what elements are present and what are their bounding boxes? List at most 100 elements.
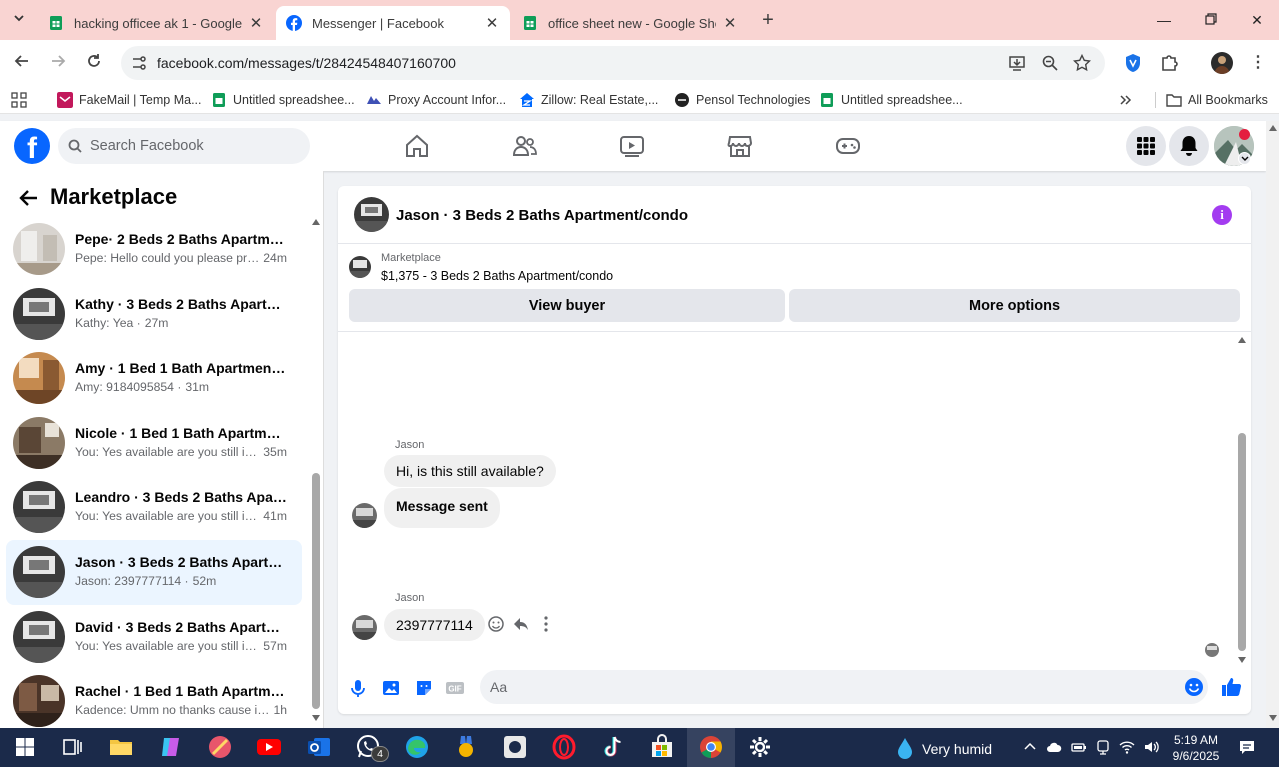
close-icon[interactable]: ✕ — [484, 14, 500, 32]
app-icon[interactable] — [502, 734, 528, 760]
youtube-icon[interactable] — [256, 734, 282, 760]
conversation-item[interactable]: Rachel · 1 Bed 1 Bath Apartment/condo Ka… — [6, 669, 302, 734]
view-buyer-button[interactable]: View buyer — [349, 289, 785, 322]
network-adapter-icon[interactable] — [1095, 739, 1111, 755]
message-scrollbar[interactable] — [1237, 337, 1247, 663]
notifications-button[interactable] — [1169, 126, 1209, 166]
message-bubble[interactable]: Hi, is this still available? — [384, 455, 556, 487]
shield-extension-icon[interactable] — [1122, 52, 1144, 74]
edge-icon[interactable] — [404, 734, 430, 760]
star-icon[interactable] — [1073, 54, 1091, 72]
tiktok-icon[interactable] — [600, 734, 626, 760]
new-tab-button[interactable]: + — [757, 8, 779, 32]
browser-tab-2[interactable]: Messenger | Facebook ✕ — [276, 6, 510, 40]
medal-app-icon[interactable] — [453, 734, 479, 760]
restore-button[interactable] — [1196, 8, 1226, 32]
volume-icon[interactable] — [1143, 739, 1159, 755]
scrollbar-thumb[interactable] — [1238, 433, 1246, 651]
sticker-icon[interactable] — [414, 678, 434, 698]
bookmark-fakemail[interactable]: FakeMail | Temp Ma... — [57, 91, 202, 109]
windows-start-icon[interactable] — [12, 734, 38, 760]
facebook-logo[interactable]: f — [14, 128, 50, 164]
bookmark-spreadsheet-1[interactable]: Untitled spreadshee... — [211, 91, 355, 109]
home-icon[interactable] — [404, 133, 430, 159]
scrollbar-thumb[interactable] — [312, 473, 320, 709]
profile-avatar[interactable] — [1211, 52, 1233, 74]
close-icon[interactable]: ✕ — [722, 14, 738, 32]
notification-center-icon[interactable] — [1239, 739, 1255, 755]
emoji-icon[interactable] — [1184, 677, 1204, 697]
listing-title[interactable]: $1,375 - 3 Beds 2 Baths Apartment/condo — [381, 269, 613, 283]
thumbs-up-icon[interactable] — [1220, 676, 1242, 698]
scroll-up-icon[interactable] — [1238, 337, 1246, 343]
scroll-up-icon[interactable] — [312, 219, 320, 225]
onedrive-cloud-icon[interactable] — [1046, 739, 1062, 755]
apps-grid-icon[interactable] — [11, 92, 27, 108]
microsoft-store-icon[interactable] — [649, 734, 675, 760]
scroll-down-icon[interactable] — [1238, 657, 1246, 663]
conversation-item[interactable]: Kathy · 3 Beds 2 Baths Apartment/condo K… — [6, 282, 302, 347]
paint-app-icon[interactable] — [207, 734, 233, 760]
chevron-up-icon[interactable] — [1022, 739, 1038, 755]
bookmark-pensol[interactable]: Pensol Technologies — [674, 91, 810, 109]
message-input-wrapper[interactable] — [480, 670, 1208, 704]
settings-gear-icon[interactable] — [747, 734, 773, 760]
sender-avatar[interactable] — [352, 615, 377, 640]
scroll-down-icon[interactable] — [1269, 715, 1277, 721]
message-input[interactable] — [490, 670, 1170, 704]
back-arrow-icon[interactable] — [18, 187, 40, 209]
battery-icon[interactable] — [1071, 739, 1087, 755]
account-dropdown[interactable] — [1238, 152, 1251, 165]
gif-icon[interactable]: GIF — [445, 678, 465, 698]
all-bookmarks-button[interactable]: All Bookmarks — [1166, 91, 1268, 109]
scroll-down-icon[interactable] — [312, 715, 320, 721]
outlook-icon[interactable] — [306, 734, 332, 760]
chat-title[interactable]: Jason · 3 Beds 2 Baths Apartment/condo — [396, 207, 688, 224]
search-input[interactable] — [90, 128, 300, 164]
wifi-icon[interactable] — [1119, 739, 1135, 755]
gaming-icon[interactable] — [835, 133, 861, 159]
zoom-icon[interactable] — [1041, 54, 1059, 72]
task-view-icon[interactable] — [59, 734, 85, 760]
bookmark-spreadsheet-2[interactable]: Untitled spreadshee... — [819, 91, 963, 109]
bookmark-proxy[interactable]: Proxy Account Infor... — [366, 91, 506, 109]
system-clock[interactable]: 5:19 AM 9/6/2025 — [1168, 732, 1224, 764]
site-info-icon[interactable] — [131, 55, 147, 71]
conversation-scrollbar[interactable] — [310, 215, 322, 723]
marketplace-icon[interactable] — [727, 133, 753, 159]
sender-avatar[interactable] — [352, 503, 377, 528]
reload-button[interactable] — [82, 51, 106, 75]
chrome-icon[interactable] — [698, 734, 724, 760]
message-bubble[interactable]: Message sent — [384, 488, 500, 528]
friends-icon[interactable] — [512, 133, 538, 159]
bookmark-zillow[interactable]: Zillow: Real Estate,... — [519, 91, 658, 109]
address-bar[interactable]: facebook.com/messages/t/2842454840716070… — [121, 46, 1105, 80]
more-bookmarks-button[interactable] — [1118, 91, 1132, 109]
more-options-button[interactable]: More options — [789, 289, 1240, 322]
weather-widget[interactable]: Very humid — [896, 737, 992, 761]
puzzle-extensions-icon[interactable] — [1158, 52, 1180, 74]
opera-icon[interactable] — [551, 734, 577, 760]
conversation-item[interactable]: Nicole · 1 Bed 1 Bath Apartment/condo Yo… — [6, 411, 302, 476]
chat-avatar[interactable] — [354, 197, 389, 232]
page-scrollbar[interactable] — [1266, 121, 1279, 728]
more-actions-icon[interactable] — [537, 615, 555, 633]
react-icon[interactable] — [487, 615, 505, 633]
reply-icon[interactable] — [512, 615, 530, 633]
facebook-search[interactable] — [58, 128, 310, 164]
forward-button[interactable] — [46, 51, 70, 75]
browser-tab-1[interactable]: hacking officee ak 1 - Google Sh ✕ — [38, 6, 274, 40]
conversation-item[interactable]: Amy · 1 Bed 1 Bath Apartment/condo Amy: … — [6, 346, 302, 411]
minimize-button[interactable]: — — [1149, 8, 1179, 32]
conversation-item-selected[interactable]: Jason · 3 Beds 2 Baths Apartment/condo J… — [6, 539, 302, 605]
message-bubble[interactable]: 2397777114 — [384, 609, 485, 641]
conversation-item[interactable]: Pepe· 2 Beds 2 Baths Apartment/condo Pep… — [6, 217, 302, 282]
menu-grid-button[interactable] — [1126, 126, 1166, 166]
tab-search-dropdown[interactable] — [8, 10, 30, 32]
file-explorer-icon[interactable] — [108, 734, 134, 760]
info-icon[interactable]: i — [1212, 205, 1232, 225]
microphone-icon[interactable] — [348, 678, 368, 698]
conversation-item[interactable]: David · 3 Beds 2 Baths Apartment/condo Y… — [6, 605, 302, 670]
copilot-icon[interactable] — [158, 734, 184, 760]
browser-tab-3[interactable]: office sheet new - Google Shee ✕ — [512, 6, 748, 40]
